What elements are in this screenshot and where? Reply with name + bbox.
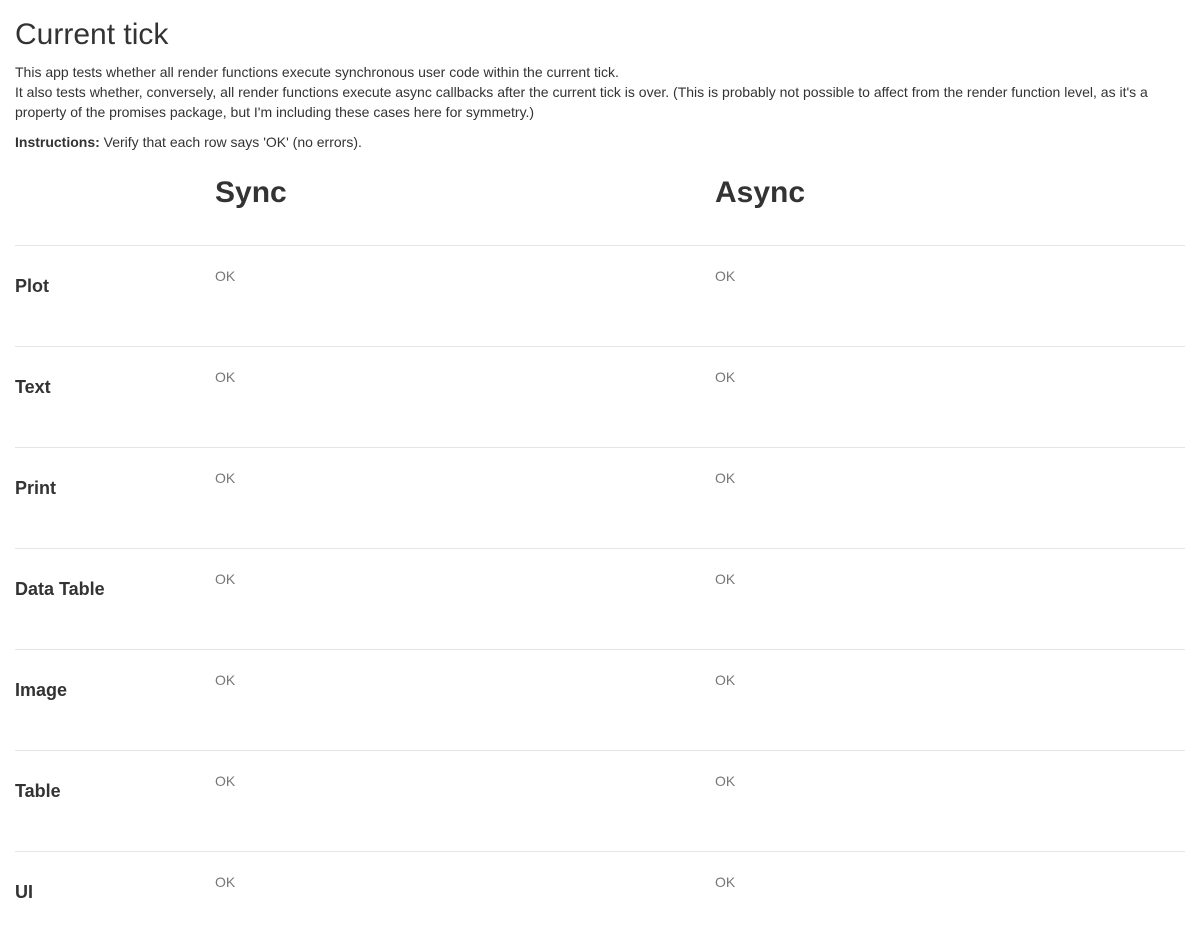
row-label: Plot — [15, 276, 49, 296]
table-row-ui: UI OK OK — [15, 852, 1185, 952]
sync-result: OK — [215, 571, 236, 587]
table-row-table: Table OK OK — [15, 751, 1185, 852]
sync-result: OK — [215, 773, 236, 789]
table-row-image: Image OK OK — [15, 650, 1185, 751]
async-result: OK — [715, 268, 736, 284]
page-title: Current tick — [15, 18, 169, 51]
async-result: OK — [715, 470, 736, 486]
async-result: OK — [715, 672, 736, 688]
column-header-sync: Sync — [215, 176, 287, 209]
row-label: UI — [15, 882, 33, 902]
page: Current tick This app tests whether all … — [0, 0, 1200, 952]
description-line-1: This app tests whether all render functi… — [15, 64, 619, 80]
sync-result: OK — [215, 268, 236, 284]
sync-result: OK — [215, 470, 236, 486]
row-label: Table — [15, 781, 61, 801]
row-label: Print — [15, 478, 57, 498]
table-row-print: Print OK OK — [15, 448, 1185, 549]
async-result: OK — [715, 369, 736, 385]
description-line-2: It also tests whether, conversely, all r… — [15, 84, 1148, 120]
async-result: OK — [715, 773, 736, 789]
instructions: Instructions: Verify that each row says … — [15, 132, 1185, 152]
sync-result: OK — [215, 369, 236, 385]
sync-result: OK — [215, 672, 236, 688]
instructions-label: Instructions: — [15, 134, 100, 150]
table-row-text: Text OK OK — [15, 347, 1185, 448]
async-result: OK — [715, 571, 736, 587]
description: This app tests whether all render functi… — [15, 62, 1185, 122]
async-result: OK — [715, 874, 736, 890]
instructions-text: Verify that each row says 'OK' (no error… — [99, 134, 362, 150]
column-header-async: Async — [715, 176, 806, 209]
row-label: Image — [15, 680, 68, 700]
row-label: Text — [15, 377, 51, 397]
results-table: Plot OK OK Text OK OK Print OK OK Data T… — [15, 246, 1185, 952]
table-row-plot: Plot OK OK — [15, 246, 1185, 347]
row-label: Data Table — [15, 579, 105, 599]
table-header: Sync Async — [15, 152, 1185, 246]
sync-result: OK — [215, 874, 236, 890]
table-row-data-table: Data Table OK OK — [15, 549, 1185, 650]
